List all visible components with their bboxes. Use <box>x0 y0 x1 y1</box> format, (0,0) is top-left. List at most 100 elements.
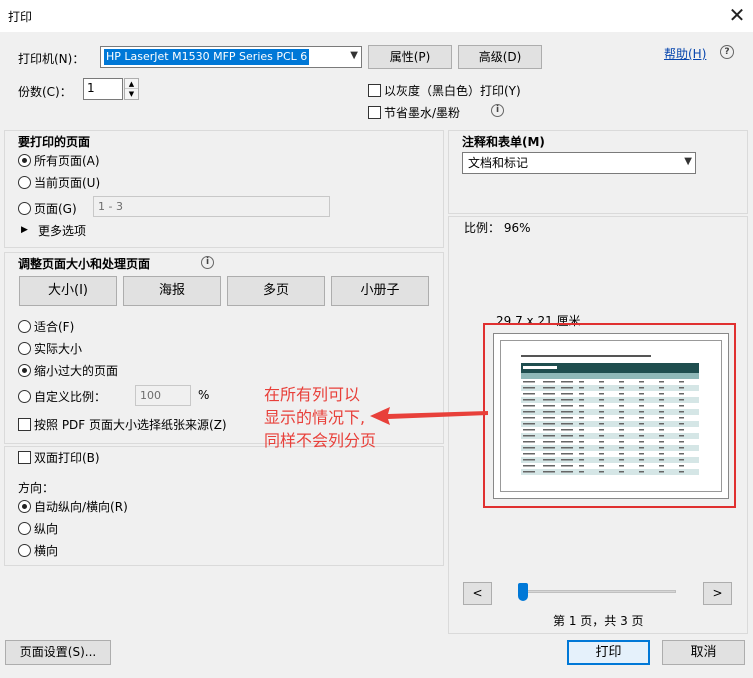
radio-landscape[interactable] <box>18 544 31 557</box>
thumb-cell <box>619 471 624 473</box>
preview-table-thumbnail <box>521 355 699 475</box>
portrait-label: 纵向 <box>34 522 59 536</box>
thumb-cell <box>599 465 604 467</box>
thumb-cell <box>619 423 624 425</box>
thumb-cell <box>543 393 555 395</box>
more-options-toggle[interactable]: 更多选项 <box>38 222 86 239</box>
thumb-cell <box>639 423 644 425</box>
thumb-cell <box>579 429 584 431</box>
grayscale-checkbox[interactable] <box>368 84 381 97</box>
advanced-button[interactable]: 高级(D) <box>458 45 542 69</box>
thumb-cell <box>543 417 555 419</box>
thumb-cell <box>659 417 664 419</box>
next-page-button[interactable]: > <box>703 582 732 605</box>
thumb-cell <box>599 471 604 473</box>
shrink-label: 缩小过大的页面 <box>34 364 119 378</box>
thumb-cell <box>543 471 555 473</box>
expand-triangle-icon[interactable]: ▶ <box>21 225 28 235</box>
radio-shrink[interactable] <box>18 364 31 377</box>
title-bar <box>0 0 753 32</box>
prev-page-button[interactable]: < <box>463 582 492 605</box>
thumb-cell <box>543 381 555 383</box>
thumb-cell <box>599 429 604 431</box>
thumb-cell <box>619 405 624 407</box>
thumb-cell <box>599 387 604 389</box>
copies-stepper[interactable]: ▲ ▼ <box>124 78 139 100</box>
thumb-cell <box>619 393 624 395</box>
thumb-cell <box>659 441 664 443</box>
actual-size-label: 实际大小 <box>34 342 83 356</box>
duplex-checkbox[interactable] <box>18 451 31 464</box>
chevron-down-icon: ▼ <box>684 156 692 167</box>
thumb-cell <box>523 387 535 389</box>
stepper-up-icon[interactable]: ▲ <box>125 79 138 89</box>
booklet-button[interactable]: 小册子 <box>331 276 429 306</box>
thumb-cell <box>523 435 535 437</box>
comments-select-value: 文档和标记 <box>468 156 529 170</box>
printer-select[interactable]: HP LaserJet M1530 MFP Series PCL 6 ▼ <box>100 46 362 68</box>
page-slider-thumb[interactable] <box>518 583 528 601</box>
annotation-line-1: 在所有列可以 <box>264 385 361 404</box>
cancel-button[interactable]: 取消 <box>662 640 745 665</box>
save-ink-checkbox[interactable] <box>368 106 381 119</box>
preview-page <box>493 333 729 499</box>
thumb-cell <box>543 453 555 455</box>
custom-scale-input[interactable]: 100 <box>135 385 191 406</box>
page-setup-button[interactable]: 页面设置(S)... <box>5 640 111 665</box>
help-icon[interactable]: ? <box>720 45 734 59</box>
radio-custom-scale[interactable] <box>18 390 31 403</box>
custom-scale-unit: % <box>198 388 210 402</box>
radio-all-pages[interactable] <box>18 154 31 167</box>
thumb-cell <box>579 453 584 455</box>
thumb-cell <box>619 447 624 449</box>
thumb-cell <box>639 387 644 389</box>
thumb-cell <box>659 465 664 467</box>
thumb-cell <box>543 441 555 443</box>
sizing-info-icon: i <box>201 256 214 269</box>
page-indicator: 第 1 页，共 3 页 <box>553 614 644 628</box>
thumb-cell <box>619 441 624 443</box>
annotation-arrow-icon <box>370 407 488 425</box>
multiple-button[interactable]: 多页 <box>227 276 325 306</box>
help-link[interactable]: 帮助(H) <box>664 45 706 62</box>
info-icon: i <box>491 104 504 117</box>
stepper-down-icon[interactable]: ▼ <box>125 89 138 99</box>
thumb-cell <box>543 423 555 425</box>
thumb-cell <box>561 447 573 449</box>
window-title: 打印 <box>8 10 33 24</box>
radio-auto-orientation[interactable] <box>18 500 31 513</box>
thumb-cell <box>523 405 535 407</box>
paper-source-label: 按照 PDF 页面大小选择纸张来源(Z) <box>34 418 227 432</box>
close-icon[interactable]: ✕ <box>724 2 750 28</box>
printer-select-value: HP LaserJet M1530 MFP Series PCL 6 <box>104 49 310 65</box>
size-button[interactable]: 大小(I) <box>19 276 117 306</box>
save-ink-label: 节省墨水/墨粉 <box>384 106 461 120</box>
radio-actual-size[interactable] <box>18 342 31 355</box>
print-button[interactable]: 打印 <box>567 640 650 665</box>
radio-fit[interactable] <box>18 320 31 333</box>
page-slider-track[interactable] <box>520 590 676 593</box>
thumb-cell <box>659 405 664 407</box>
paper-source-checkbox[interactable] <box>18 418 31 431</box>
thumb-cell <box>679 471 684 473</box>
auto-orientation-label: 自动纵向/横向(R) <box>34 500 128 514</box>
properties-button[interactable]: 属性(P) <box>368 45 452 69</box>
radio-portrait[interactable] <box>18 522 31 535</box>
copies-input[interactable]: 1 <box>83 78 123 100</box>
thumb-cell <box>561 411 573 413</box>
thumb-cell <box>543 447 555 449</box>
thumb-cell <box>659 387 664 389</box>
page-range-input[interactable]: 1 - 3 <box>93 196 330 217</box>
thumb-cell <box>523 429 535 431</box>
thumb-cell <box>561 381 573 383</box>
thumb-cell <box>579 459 584 461</box>
thumb-cell <box>543 405 555 407</box>
radio-current-page[interactable] <box>18 176 31 189</box>
thumb-cell <box>679 399 684 401</box>
thumb-cell <box>619 399 624 401</box>
radio-page-range[interactable] <box>18 202 31 215</box>
thumb-cell <box>523 459 535 461</box>
fit-label: 适合(F) <box>34 320 75 334</box>
comments-select[interactable]: 文档和标记 ▼ <box>462 152 696 174</box>
poster-button[interactable]: 海报 <box>123 276 221 306</box>
